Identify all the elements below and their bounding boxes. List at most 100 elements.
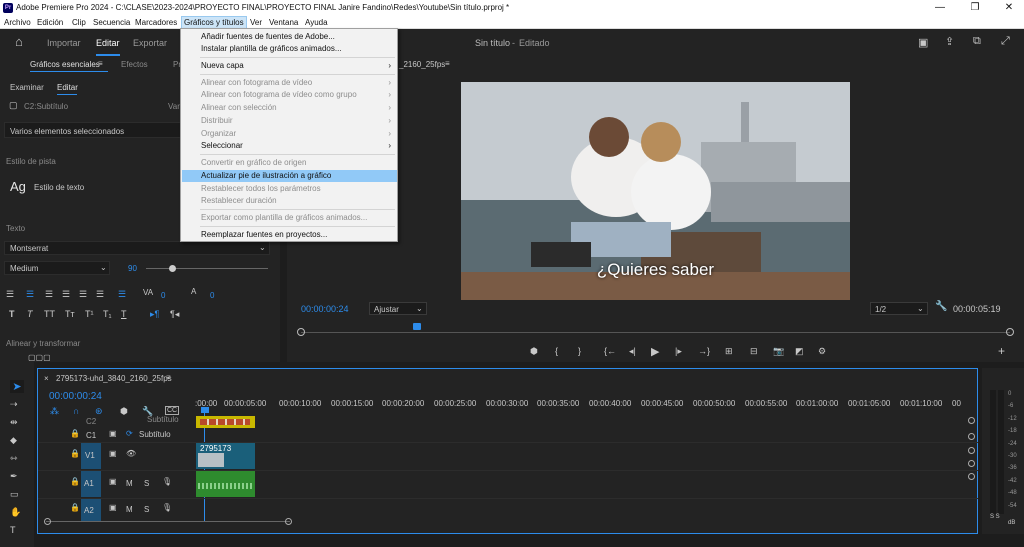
eye-icon[interactable]: 👁	[126, 449, 136, 458]
justify-right-icon[interactable]: ☰	[96, 289, 104, 300]
program-timecode[interactable]: 00:00:00:24	[301, 304, 349, 314]
vertical-scroll[interactable]	[968, 417, 975, 527]
share-icon[interactable]: ⇪	[945, 35, 954, 48]
toggle-sync-icon[interactable]: ▣	[109, 477, 117, 486]
menu-marcadores[interactable]: Marcadores	[133, 17, 179, 28]
panel-menu-icon[interactable]: ≡	[445, 59, 450, 68]
caption-clip[interactable]	[196, 416, 255, 428]
subtab-examinar[interactable]: Examinar	[10, 83, 44, 92]
justify-center-icon[interactable]: ☰	[79, 289, 87, 300]
mark-out-icon[interactable]: }	[578, 346, 581, 356]
scroll-handle-left[interactable]	[297, 328, 305, 336]
menu-item-restablecer-parametros[interactable]: Restablecer todos los parámetros	[182, 183, 397, 195]
menu-item-seleccionar[interactable]: Seleccionar ›	[182, 140, 397, 152]
mute-button[interactable]: M	[126, 505, 133, 514]
mute-button[interactable]: M	[126, 479, 133, 488]
menu-item-distribuir[interactable]: Distribuir ›	[182, 115, 397, 127]
add-marker-icon[interactable]: ⬢	[530, 346, 538, 357]
toggle-sync-icon[interactable]: ▣	[109, 449, 117, 458]
play-icon[interactable]: ▶	[651, 345, 659, 358]
tracking-value[interactable]: 0	[161, 291, 165, 300]
menu-ventana[interactable]: Ventana	[267, 17, 300, 28]
align-center-icon[interactable]: ☰	[26, 289, 34, 300]
time-ruler[interactable]: :00:00 00:00:05:00 00:00:10:00 00:00:15:…	[195, 399, 965, 413]
menu-item-alinear-grupo[interactable]: Alinear con fotograma de vídeo como grup…	[182, 89, 397, 101]
scroll-handle[interactable]	[968, 433, 975, 440]
caption-track-icon[interactable]: ⟳	[126, 429, 133, 438]
step-back-icon[interactable]: ◂|	[629, 346, 636, 357]
tab-editar[interactable]: Editar	[96, 38, 120, 48]
hand-icon[interactable]: ✋	[10, 507, 21, 518]
align-buttons-icon[interactable]: ▢▢▢	[28, 353, 51, 362]
source-patch-a2[interactable]: A2	[81, 499, 101, 521]
scroll-handle[interactable]	[968, 417, 975, 424]
rectangle-icon[interactable]: ▭	[10, 489, 19, 500]
timeline-playhead[interactable]	[201, 407, 209, 413]
all-caps-icon[interactable]: TT	[44, 309, 55, 319]
extract-icon[interactable]: ⊟	[750, 346, 758, 357]
scroll-handle[interactable]	[968, 473, 975, 480]
panel-menu-icon[interactable]: ≡	[98, 59, 103, 68]
comparison-icon[interactable]: ◩	[795, 346, 804, 357]
step-forward-icon[interactable]: |▸	[675, 346, 682, 357]
pen-icon[interactable]: ✒	[10, 471, 18, 482]
menu-item-alinear-seleccion[interactable]: Alinear con selección ›	[182, 102, 397, 114]
home-icon[interactable]: ⌂	[15, 34, 23, 49]
menu-item-actualizar-pie[interactable]: Actualizar pie de ilustración a gráfico	[182, 170, 397, 182]
toggle-output-icon[interactable]: ▣	[109, 429, 117, 438]
audio-clip[interactable]	[196, 471, 255, 497]
superscript-icon[interactable]: T¹	[85, 309, 94, 319]
menu-item-convertir-grafico[interactable]: Convertir en gráfico de origen	[182, 157, 397, 169]
small-caps-icon[interactable]: Tт	[65, 309, 75, 319]
quality-select[interactable]: 1/2 ⌄	[870, 302, 928, 315]
hscroll-handle-left[interactable]	[44, 518, 51, 525]
solo-buttons[interactable]: S S	[990, 514, 1000, 520]
italic-icon[interactable]: T	[27, 309, 33, 319]
subtab-editar[interactable]: Editar	[57, 83, 78, 92]
ltr-icon[interactable]: ▸¶	[150, 309, 159, 320]
minimize-icon[interactable]: —	[925, 1, 955, 15]
menu-item-anadir-fuentes[interactable]: Añadir fuentes de fuentes de Adobe...	[182, 31, 397, 43]
panel-menu-icon[interactable]: ≡	[166, 373, 171, 382]
menu-ver[interactable]: Ver	[248, 17, 264, 28]
slider-handle[interactable]	[169, 265, 176, 272]
align-right-icon[interactable]: ☰	[45, 289, 53, 300]
captions-icon[interactable]: CC	[165, 406, 180, 415]
text-style-name[interactable]: Estilo de texto	[34, 183, 84, 192]
menu-item-alinear-fotograma[interactable]: Alinear con fotograma de vídeo ›	[182, 77, 397, 89]
font-size-value[interactable]: 90	[128, 264, 137, 273]
go-to-in-icon[interactable]: {←	[604, 346, 616, 356]
solo-button[interactable]: S	[144, 505, 149, 514]
playhead[interactable]	[413, 323, 421, 330]
microphone-icon[interactable]: 🎙	[162, 503, 172, 512]
lock-icon[interactable]: 🔒	[70, 503, 80, 512]
tab-graficos-esenciales[interactable]: Gráficos esenciales	[30, 60, 100, 69]
selection-field[interactable]: Varios elementos seleccionados	[4, 122, 182, 138]
font-select[interactable]: Montserrat ⌄	[4, 241, 270, 255]
razor-icon[interactable]: ◆	[10, 435, 17, 446]
fullscreen-icon[interactable]: ⤢	[1001, 35, 1010, 48]
lock-icon[interactable]: 🔒	[70, 429, 80, 438]
lift-icon[interactable]: ⊞	[725, 346, 733, 357]
sequence-tab[interactable]: _2160_25fps	[399, 60, 445, 69]
close-icon[interactable]: ×	[44, 374, 49, 383]
quick-export-icon[interactable]: ⧉	[973, 35, 981, 48]
tab-efectos[interactable]: Efectos	[121, 60, 148, 69]
menu-secuencia[interactable]: Secuencia	[91, 17, 132, 28]
go-to-out-icon[interactable]: →}	[698, 346, 710, 356]
underline-icon[interactable]: T	[121, 309, 127, 319]
type-icon[interactable]: T	[10, 525, 16, 535]
scroll-handle-right[interactable]	[1006, 328, 1014, 336]
menu-item-instalar-plantilla[interactable]: Instalar plantilla de gráficos animados.…	[182, 43, 397, 55]
microphone-icon[interactable]: 🎙	[162, 477, 172, 486]
justify-all-icon[interactable]: ☰	[118, 289, 126, 300]
camera-icon[interactable]: 📷	[773, 346, 784, 357]
align-left-icon[interactable]: ☰	[6, 289, 14, 300]
horizontal-scroll[interactable]	[46, 521, 290, 522]
video-clip[interactable]: 2795173	[196, 443, 255, 469]
scroll-handle[interactable]	[968, 460, 975, 467]
toggle-sync-icon[interactable]: ▣	[109, 503, 117, 512]
workspaces-icon[interactable]: ▣	[918, 36, 928, 49]
rtl-icon[interactable]: ¶◂	[170, 309, 179, 320]
add-button-icon[interactable]: +	[998, 344, 1005, 358]
